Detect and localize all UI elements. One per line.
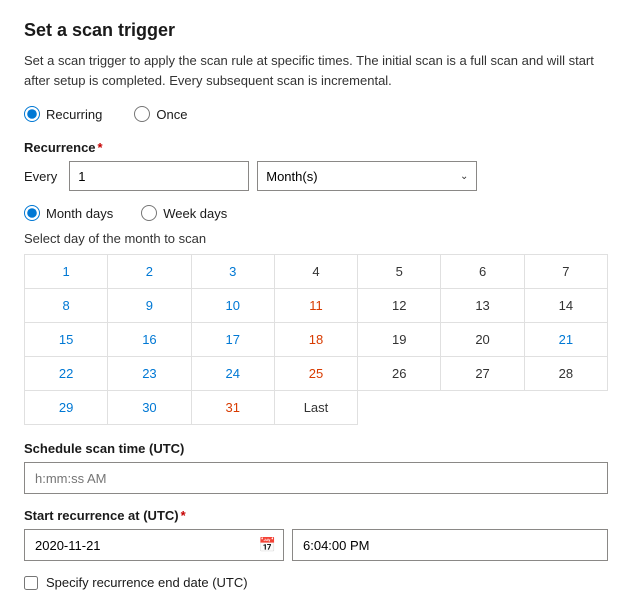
start-recurrence-section: Start recurrence at (UTC)* 📅 xyxy=(24,508,608,561)
once-label: Once xyxy=(156,107,187,122)
period-chevron-icon: ⌄ xyxy=(452,171,476,182)
calendar-day-13[interactable]: 13 xyxy=(441,289,524,323)
page-title: Set a scan trigger xyxy=(24,20,608,41)
calendar-day-9[interactable]: 9 xyxy=(108,289,191,323)
calendar-day-28[interactable]: 28 xyxy=(525,357,608,391)
start-required-star: * xyxy=(181,508,186,523)
month-days-radio[interactable] xyxy=(24,205,40,221)
calendar-section: Select day of the month to scan 12345678… xyxy=(24,231,608,425)
start-date-input[interactable] xyxy=(24,529,284,561)
calendar-day-10[interactable]: 10 xyxy=(192,289,275,323)
calendar-day-3[interactable]: 3 xyxy=(192,255,275,289)
every-label: Every xyxy=(24,169,57,184)
calendar-day-26[interactable]: 26 xyxy=(358,357,441,391)
schedule-time-label: Schedule scan time (UTC) xyxy=(24,441,608,456)
calendar-day-20[interactable]: 20 xyxy=(441,323,524,357)
recurrence-row: Every ⌃ ⌄ Month(s) Day(s) Week(s) Year(s… xyxy=(24,161,608,191)
period-select-wrapper: Month(s) Day(s) Week(s) Year(s) ⌄ xyxy=(257,161,477,191)
calendar-day-19[interactable]: 19 xyxy=(358,323,441,357)
calendar-day-4[interactable]: 4 xyxy=(275,255,358,289)
end-date-row: Specify recurrence end date (UTC) xyxy=(24,575,608,590)
calendar-day-31[interactable]: 31 xyxy=(192,391,275,425)
recurring-radio[interactable] xyxy=(24,106,40,122)
calendar-day-5[interactable]: 5 xyxy=(358,255,441,289)
week-days-label: Week days xyxy=(163,206,227,221)
calendar-day-25[interactable]: 25 xyxy=(275,357,358,391)
start-time-input[interactable] xyxy=(292,529,608,561)
calendar-day-30[interactable]: 30 xyxy=(108,391,191,425)
month-days-label: Month days xyxy=(46,206,113,221)
end-date-label: Specify recurrence end date (UTC) xyxy=(46,575,248,590)
schedule-time-section: Schedule scan time (UTC) xyxy=(24,441,608,494)
end-date-checkbox[interactable] xyxy=(24,576,38,590)
calendar-day-17[interactable]: 17 xyxy=(192,323,275,357)
calendar-day-1[interactable]: 1 xyxy=(25,255,108,289)
calendar-day-15[interactable]: 15 xyxy=(25,323,108,357)
recurrence-section-label: Recurrence* xyxy=(24,140,608,155)
week-days-option[interactable]: Week days xyxy=(141,205,227,221)
once-radio[interactable] xyxy=(134,106,150,122)
start-recurrence-label: Start recurrence at (UTC)* xyxy=(24,508,608,523)
every-input[interactable] xyxy=(70,162,249,190)
day-type-group: Month days Week days xyxy=(24,205,608,221)
trigger-type-group: Recurring Once xyxy=(24,106,608,122)
calendar-grid: 1234567891011121314151617181920212223242… xyxy=(24,254,608,425)
calendar-day-last[interactable]: Last xyxy=(275,391,358,425)
start-recurrence-row: 📅 xyxy=(24,529,608,561)
calendar-day-21[interactable]: 21 xyxy=(525,323,608,357)
calendar-day-6[interactable]: 6 xyxy=(441,255,524,289)
calendar-day-14[interactable]: 14 xyxy=(525,289,608,323)
calendar-day-18[interactable]: 18 xyxy=(275,323,358,357)
once-option[interactable]: Once xyxy=(134,106,187,122)
calendar-day-2[interactable]: 2 xyxy=(108,255,191,289)
schedule-time-input[interactable] xyxy=(24,462,608,494)
calendar-day-7[interactable]: 7 xyxy=(525,255,608,289)
period-select[interactable]: Month(s) Day(s) Week(s) Year(s) xyxy=(258,162,452,190)
date-input-wrapper: 📅 xyxy=(24,529,284,561)
calendar-day-24[interactable]: 24 xyxy=(192,357,275,391)
calendar-day-11[interactable]: 11 xyxy=(275,289,358,323)
recurring-label: Recurring xyxy=(46,107,102,122)
calendar-day-12[interactable]: 12 xyxy=(358,289,441,323)
calendar-label: Select day of the month to scan xyxy=(24,231,608,246)
every-input-wrapper: ⌃ ⌄ xyxy=(69,161,249,191)
calendar-day-23[interactable]: 23 xyxy=(108,357,191,391)
calendar-day-8[interactable]: 8 xyxy=(25,289,108,323)
calendar-day-22[interactable]: 22 xyxy=(25,357,108,391)
recurring-option[interactable]: Recurring xyxy=(24,106,102,122)
page-description: Set a scan trigger to apply the scan rul… xyxy=(24,51,604,90)
month-days-option[interactable]: Month days xyxy=(24,205,113,221)
week-days-radio[interactable] xyxy=(141,205,157,221)
calendar-day-29[interactable]: 29 xyxy=(25,391,108,425)
calendar-day-16[interactable]: 16 xyxy=(108,323,191,357)
required-star: * xyxy=(98,140,103,155)
calendar-day-27[interactable]: 27 xyxy=(441,357,524,391)
